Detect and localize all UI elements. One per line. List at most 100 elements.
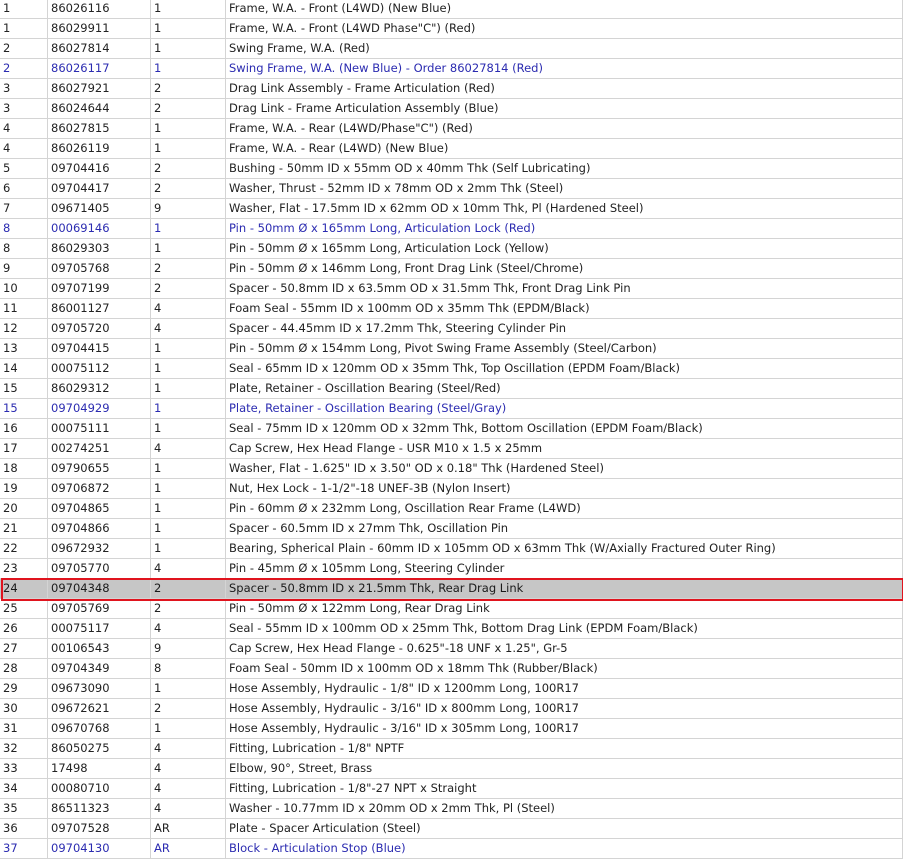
description-cell: Washer, Flat - 17.5mm ID x 62mm OD x 10m…: [225, 198, 903, 219]
parts-row[interactable]: 29 09673090 1 Hose Assembly, Hydraulic - 1/…: [0, 678, 903, 699]
item-number-cell: 27: [0, 638, 48, 659]
parts-row[interactable]: 11 86001127 4 Foam Seal - 55mm ID x 100mm O…: [0, 298, 903, 319]
parts-row[interactable]: 31 09670768 1 Hose Assembly, Hydraulic - 3/…: [0, 718, 903, 739]
item-number-cell: 34: [0, 778, 48, 799]
item-number-cell: 15: [0, 398, 48, 419]
parts-row[interactable]: 22 09672932 1 Bearing, Spherical Plain - 60…: [0, 538, 903, 559]
item-number-cell: 13: [0, 338, 48, 359]
part-number-cell: 86024644: [47, 98, 151, 119]
quantity-cell: 4: [150, 558, 226, 579]
parts-row[interactable]: 30 09672621 2 Hose Assembly, Hydraulic - 3/…: [0, 698, 903, 719]
parts-row[interactable]: 13 09704415 1 Pin - 50mm Ø x 154mm Long, Pi…: [0, 338, 903, 359]
parts-row[interactable]: 37 09704130 AR Block - Articulation Stop (B…: [0, 838, 903, 859]
quantity-cell: AR: [150, 838, 226, 859]
part-number-cell: 09705768: [47, 258, 151, 279]
part-number-cell: 86026119: [47, 138, 151, 159]
item-number-cell: 16: [0, 418, 48, 439]
description-cell: Swing Frame, W.A. (New Blue) - Order 860…: [225, 58, 903, 79]
parts-row[interactable]: 20 09704865 1 Pin - 60mm Ø x 232mm Long, Os…: [0, 498, 903, 519]
item-number-cell: 31: [0, 718, 48, 739]
item-number-cell: 18: [0, 458, 48, 479]
part-number-cell: 00075111: [47, 418, 151, 439]
parts-row[interactable]: 3 86027921 2 Drag Link Assembly - Frame Art…: [0, 78, 903, 99]
parts-row[interactable]: 33 17498 4 Elbow, 90°, Street, Brass: [0, 758, 903, 779]
quantity-cell: 1: [150, 338, 226, 359]
item-number-cell: 35: [0, 798, 48, 819]
description-cell: Pin - 50mm Ø x 154mm Long, Pivot Swing F…: [225, 338, 903, 359]
parts-row[interactable]: 35 86511323 4 Washer - 10.77mm ID x 20mm OD…: [0, 798, 903, 819]
quantity-cell: 1: [150, 418, 226, 439]
parts-row-selected[interactable]: 24 09704348 2 Spacer - 50.8mm ID x 21.5mm T…: [0, 578, 903, 599]
part-number-cell: 86001127: [47, 298, 151, 319]
item-number-cell: 5: [0, 158, 48, 179]
parts-row[interactable]: 16 00075111 1 Seal - 75mm ID x 120mm OD x 3…: [0, 418, 903, 439]
item-number-cell: 4: [0, 118, 48, 139]
item-number-cell: 22: [0, 538, 48, 559]
part-number-cell: 09704348: [47, 578, 151, 599]
part-number-cell: 09707528: [47, 818, 151, 839]
part-number-cell: 09705770: [47, 558, 151, 579]
quantity-cell: 1: [150, 498, 226, 519]
item-number-cell: 8: [0, 218, 48, 239]
item-number-cell: 17: [0, 438, 48, 459]
parts-row[interactable]: 15 86029312 1 Plate, Retainer - Oscillation…: [0, 378, 903, 399]
parts-row[interactable]: 14 00075112 1 Seal - 65mm ID x 120mm OD x 3…: [0, 358, 903, 379]
parts-row[interactable]: 17 00274251 4 Cap Screw, Hex Head Flange - …: [0, 438, 903, 459]
description-cell: Spacer - 50.8mm ID x 21.5mm Thk, Rear Dr…: [225, 578, 903, 599]
parts-row[interactable]: 27 00106543 9 Cap Screw, Hex Head Flange - …: [0, 638, 903, 659]
part-number-cell: 09704865: [47, 498, 151, 519]
parts-row[interactable]: 23 09705770 4 Pin - 45mm Ø x 105mm Long, St…: [0, 558, 903, 579]
part-number-cell: 86027815: [47, 118, 151, 139]
description-cell: Cap Screw, Hex Head Flange - 0.625"-18 U…: [225, 638, 903, 659]
parts-row[interactable]: 3 86024644 2 Drag Link - Frame Articulation…: [0, 98, 903, 119]
part-number-cell: 09706872: [47, 478, 151, 499]
quantity-cell: AR: [150, 818, 226, 839]
parts-row[interactable]: 26 00075117 4 Seal - 55mm ID x 100mm OD x 2…: [0, 618, 903, 639]
quantity-cell: 1: [150, 378, 226, 399]
item-number-cell: 11: [0, 298, 48, 319]
parts-row[interactable]: 2 86027814 1 Swing Frame, W.A. (Red): [0, 38, 903, 59]
parts-row[interactable]: 1 86029911 1 Frame, W.A. - Front (L4WD Phas…: [0, 18, 903, 39]
parts-row[interactable]: 12 09705720 4 Spacer - 44.45mm ID x 17.2mm …: [0, 318, 903, 339]
parts-row[interactable]: 21 09704866 1 Spacer - 60.5mm ID x 27mm Thk…: [0, 518, 903, 539]
part-number-cell: 00075117: [47, 618, 151, 639]
parts-row[interactable]: 36 09707528 AR Plate - Spacer Articulation …: [0, 818, 903, 839]
quantity-cell: 2: [150, 98, 226, 119]
parts-row[interactable]: 1 86026116 1 Frame, W.A. - Front (L4WD) (Ne…: [0, 0, 903, 19]
description-cell: Plate - Spacer Articulation (Steel): [225, 818, 903, 839]
parts-row[interactable]: 6 09704417 2 Washer, Thrust - 52mm ID x 78m…: [0, 178, 903, 199]
parts-row[interactable]: 25 09705769 2 Pin - 50mm Ø x 122mm Long, Re…: [0, 598, 903, 619]
description-cell: Pin - 60mm Ø x 232mm Long, Oscillation R…: [225, 498, 903, 519]
parts-row[interactable]: 2 86026117 1 Swing Frame, W.A. (New Blue) -…: [0, 58, 903, 79]
parts-row[interactable]: 32 86050275 4 Fitting, Lubrication - 1/8" N…: [0, 738, 903, 759]
parts-row[interactable]: 5 09704416 2 Bushing - 50mm ID x 55mm OD x …: [0, 158, 903, 179]
description-cell: Drag Link Assembly - Frame Articulation …: [225, 78, 903, 99]
parts-row[interactable]: 34 00080710 4 Fitting, Lubrication - 1/8"-2…: [0, 778, 903, 799]
description-cell: Swing Frame, W.A. (Red): [225, 38, 903, 59]
parts-row[interactable]: 8 00069146 1 Pin - 50mm Ø x 165mm Long, Art…: [0, 218, 903, 239]
item-number-cell: 3: [0, 78, 48, 99]
parts-row[interactable]: 8 86029303 1 Pin - 50mm Ø x 165mm Long, Art…: [0, 238, 903, 259]
parts-row[interactable]: 18 09790655 1 Washer, Flat - 1.625" ID x 3.…: [0, 458, 903, 479]
part-number-cell: 00274251: [47, 438, 151, 459]
quantity-cell: 2: [150, 278, 226, 299]
item-number-cell: 3: [0, 98, 48, 119]
parts-row[interactable]: 19 09706872 1 Nut, Hex Lock - 1-1/2"-18 UNE…: [0, 478, 903, 499]
parts-row[interactable]: 7 09671405 9 Washer, Flat - 17.5mm ID x 62m…: [0, 198, 903, 219]
parts-row[interactable]: 4 86026119 1 Frame, W.A. - Rear (L4WD) (New…: [0, 138, 903, 159]
description-cell: Block - Articulation Stop (Blue): [225, 838, 903, 859]
parts-row[interactable]: 28 09704349 8 Foam Seal - 50mm ID x 100mm O…: [0, 658, 903, 679]
parts-row[interactable]: 15 09704929 1 Plate, Retainer - Oscillation…: [0, 398, 903, 419]
description-cell: Frame, W.A. - Rear (L4WD) (New Blue): [225, 138, 903, 159]
quantity-cell: 1: [150, 478, 226, 499]
quantity-cell: 4: [150, 738, 226, 759]
description-cell: Spacer - 50.8mm ID x 63.5mm OD x 31.5mm …: [225, 278, 903, 299]
parts-row[interactable]: 4 86027815 1 Frame, W.A. - Rear (L4WD/Phase…: [0, 118, 903, 139]
part-number-cell: 86050275: [47, 738, 151, 759]
part-number-cell: 86026117: [47, 58, 151, 79]
quantity-cell: 1: [150, 238, 226, 259]
parts-row[interactable]: 10 09707199 2 Spacer - 50.8mm ID x 63.5mm O…: [0, 278, 903, 299]
part-number-cell: 09790655: [47, 458, 151, 479]
item-number-cell: 2: [0, 38, 48, 59]
parts-row[interactable]: 9 09705768 2 Pin - 50mm Ø x 146mm Long, Fro…: [0, 258, 903, 279]
